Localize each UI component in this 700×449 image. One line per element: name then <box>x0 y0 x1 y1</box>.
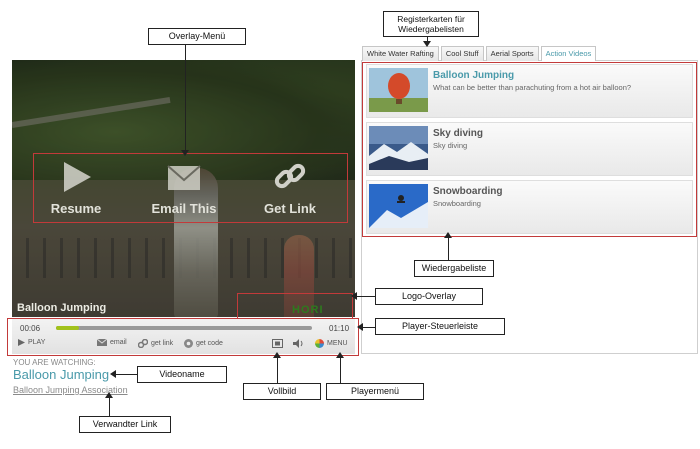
color-wheel-icon <box>315 339 324 348</box>
callout-line <box>109 396 110 416</box>
email-label: email <box>110 339 127 346</box>
player-menu-button[interactable]: MENU <box>315 339 348 348</box>
playlist-item-title: Snowboarding <box>433 186 503 197</box>
watching-label: YOU ARE WATCHING: <box>13 358 96 367</box>
envelope-small-icon <box>97 339 107 346</box>
callout-video-name: Videoname <box>137 366 227 383</box>
video-player[interactable]: Resume Email This Get Link Balloon Jumpi… <box>12 60 355 317</box>
callout-line <box>114 374 137 375</box>
play-label: PLAY <box>28 339 46 346</box>
chain-link-icon <box>274 163 306 189</box>
arrow-icon <box>105 392 113 398</box>
callout-logo-overlay: Logo-Overlay <box>375 288 483 305</box>
get-code-button[interactable]: get code <box>184 339 223 348</box>
arrow-icon <box>181 150 189 156</box>
callout-controls: Player-Steuerleiste <box>375 318 505 335</box>
duration-time: 01:10 <box>329 324 350 333</box>
arrow-icon <box>357 323 363 331</box>
playlist-tabs: White Water Rafting Cool Stuff Aerial Sp… <box>362 46 597 61</box>
get-link-button[interactable]: Get Link <box>245 160 335 218</box>
playlist-item-desc: Sky diving <box>433 141 468 150</box>
callout-line <box>356 296 375 297</box>
player-controls: 00:06 01:10 PLAY email get link get code <box>12 318 355 354</box>
get-link-control[interactable]: get link <box>138 339 173 348</box>
volume-button[interactable] <box>293 339 305 348</box>
progress-fill <box>56 326 80 330</box>
thumbnail-snowboarding <box>369 184 428 228</box>
callout-line <box>361 327 375 328</box>
playlist-item-title: Balloon Jumping <box>433 70 515 81</box>
tab-cool-stuff[interactable]: Cool Stuff <box>440 46 484 61</box>
get-link-label: Get Link <box>263 201 316 216</box>
elapsed-time: 00:06 <box>20 324 41 333</box>
envelope-icon <box>167 165 201 190</box>
resume-label: Resume <box>50 201 102 216</box>
menu-label: MENU <box>327 340 348 347</box>
link-small-icon <box>138 339 148 348</box>
playlist-item-title: Sky diving <box>433 128 484 139</box>
progress-bar[interactable] <box>56 326 312 330</box>
callout-fullscreen: Vollbild <box>243 383 321 400</box>
arrow-icon <box>423 41 431 47</box>
callout-line <box>185 44 186 154</box>
play-icon <box>64 162 91 192</box>
fullscreen-icon <box>272 339 283 348</box>
playlist-item[interactable]: Balloon Jumping What can be better than … <box>366 64 693 118</box>
eye-small-icon <box>184 339 193 348</box>
callout-related-link: Verwandter Link <box>79 416 171 433</box>
thumbnail-balloon <box>369 68 428 112</box>
speaker-icon <box>293 339 303 348</box>
callout-playlist: Wiedergabeliste <box>414 260 494 277</box>
resume-button[interactable]: Resume <box>31 160 121 218</box>
arrow-icon <box>273 352 281 358</box>
playlist-item[interactable]: Sky diving Sky diving <box>366 122 693 176</box>
callout-line <box>448 236 449 260</box>
callout-overlay-menu: Overlay-Menü <box>148 28 246 45</box>
arrow-icon <box>444 232 452 238</box>
arrow-icon <box>336 352 344 358</box>
callout-player-menu: Playermenü <box>326 383 424 400</box>
email-this-label: Email This <box>151 201 217 216</box>
email-button[interactable]: email <box>97 339 127 346</box>
callout-line <box>340 356 341 383</box>
arrow-icon <box>351 292 357 300</box>
play-button[interactable]: PLAY <box>18 339 45 346</box>
callout-tabs: Registerkarten für Wiedergabelisten <box>383 11 479 37</box>
arrow-icon <box>110 370 116 378</box>
get-link-control-label: get link <box>151 340 174 347</box>
email-this-button[interactable]: Email This <box>139 160 229 218</box>
fullscreen-button[interactable] <box>272 339 283 348</box>
logo-overlay[interactable]: HORI <box>292 304 324 316</box>
playlist-item[interactable]: Snowboarding Snowboarding <box>366 180 693 234</box>
playlist-item-desc: What can be better than parachuting from… <box>433 83 632 92</box>
video-name: Balloon Jumping <box>13 367 110 382</box>
tab-action-videos[interactable]: Action Videos <box>540 46 597 61</box>
tab-white-water-rafting[interactable]: White Water Rafting <box>362 46 439 61</box>
video-title-overlay: Balloon Jumping <box>17 302 107 314</box>
playlist-item-desc: Snowboarding <box>433 199 481 208</box>
get-code-label: get code <box>196 340 223 347</box>
tab-aerial-sports[interactable]: Aerial Sports <box>485 46 539 61</box>
callout-line <box>277 356 278 383</box>
thumbnail-skydiving <box>369 126 428 170</box>
play-small-icon <box>18 339 25 346</box>
